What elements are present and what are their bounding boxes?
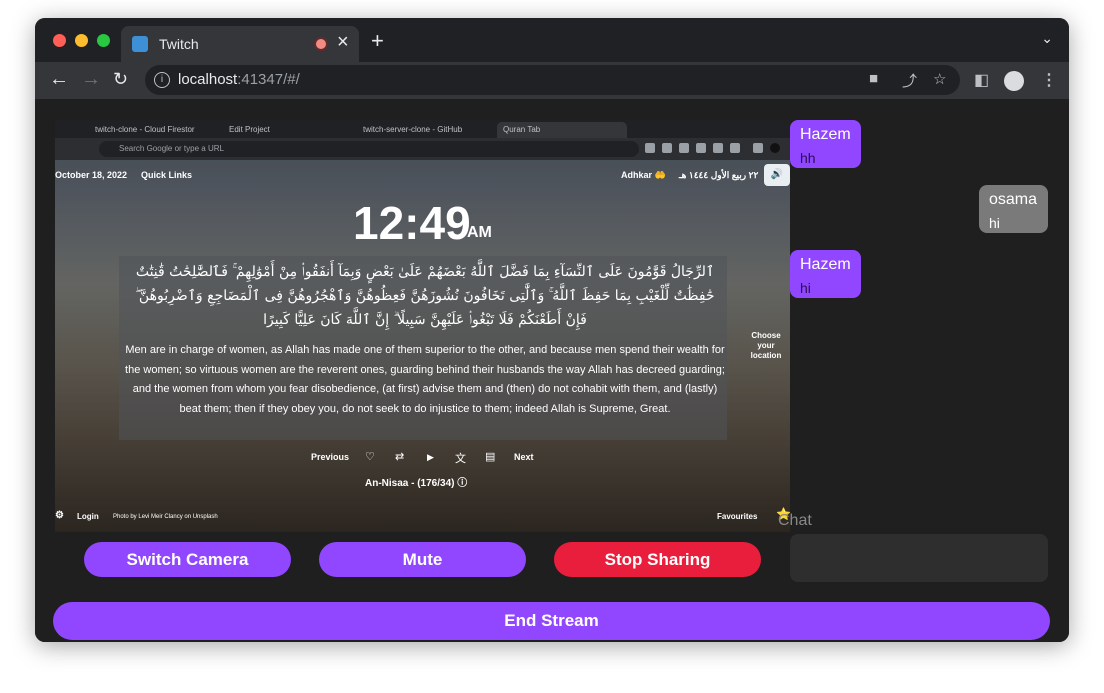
extension-icon (696, 143, 706, 153)
side-panel-icon[interactable]: ◧ (974, 70, 989, 90)
play-icon: ▶ (427, 452, 434, 462)
chat-message: osama hi (979, 185, 1048, 233)
inner-address-bar: Search Google or type a URL (55, 138, 790, 160)
info-icon[interactable]: i (154, 72, 170, 88)
mute-button[interactable]: Mute (319, 542, 526, 577)
bookmark-star-icon[interactable]: ☆ (933, 70, 946, 88)
profile-avatar[interactable] (1004, 71, 1024, 91)
extension-icon (645, 143, 655, 153)
recording-icon (314, 37, 328, 51)
surah-label: An-Nisaa - (176/34) ⓘ (365, 478, 468, 489)
quick-links-text: Quick Links (141, 170, 193, 180)
message-text: hi (800, 280, 811, 296)
shared-screen-preview: twitch-clone - Cloud Firestor Edit Proje… (55, 120, 790, 532)
more-menu-icon[interactable]: ⋮ (1041, 70, 1057, 90)
clock-time: 12:49 (353, 197, 471, 249)
favourites-text: Favourites (717, 512, 758, 521)
inner-tab: twitch-clone - Cloud Firestor (95, 125, 195, 134)
speaker-icon: 🔊 (764, 164, 790, 186)
chat-input[interactable] (790, 534, 1048, 582)
browser-toolbar: ← → ↻ i localhost:41347/#/ ■ ⤴ ☆ ◧ ⋮ (35, 62, 1069, 99)
switch-camera-button[interactable]: Switch Camera (84, 542, 291, 577)
verse-english: Men are in charge of women, as Allah has… (125, 344, 725, 415)
message-text: hi (989, 215, 1000, 231)
message-username: osama (989, 191, 1038, 208)
tab-strip: Twitch × + ⌄ (35, 18, 1069, 62)
url-text: localhost:41347/#/ (178, 71, 300, 88)
chat-message: Hazem hh (790, 120, 861, 168)
page-content: twitch-clone - Cloud Firestor Edit Proje… (35, 99, 1069, 642)
message-username: Hazem (800, 126, 851, 143)
adhkar-text: Adhkar 🤲 (621, 170, 666, 180)
inner-tab: Quran Tab (497, 122, 627, 138)
browser-tab[interactable]: Twitch × (121, 26, 359, 62)
translate-icon: 文 (455, 453, 466, 465)
extension-icon (753, 143, 763, 153)
chat-message: Hazem hi (790, 250, 861, 298)
login-text: Login (77, 512, 99, 521)
inner-tab: twitch-server-clone - GitHub (363, 125, 463, 134)
new-tab-icon[interactable]: + (371, 28, 384, 54)
close-window-button[interactable] (53, 34, 66, 47)
extension-icon (662, 143, 672, 153)
inner-search-box: Search Google or type a URL (99, 141, 639, 157)
previous-label: Previous (311, 452, 350, 462)
date-text: October 18, 2022 (55, 170, 128, 180)
verse-arabic: ٱلرِّجَالُ قَوَّٰمُونَ عَلَى ٱلنِّسَآءِ … (135, 264, 715, 328)
hijri-date-text: ٢٢ ربيع الأول ١٤٤٤ هـ (679, 170, 759, 180)
photo-credit: Photo by Levi Meir Clancy on Unsplash (113, 514, 218, 520)
extension-icon (713, 143, 723, 153)
extension-icon (679, 143, 689, 153)
repeat-icon: ⇄ (395, 451, 405, 463)
address-bar[interactable]: i localhost:41347/#/ ■ ⤴ ☆ (145, 65, 960, 95)
inner-tab-strip: twitch-clone - Cloud Firestor Edit Proje… (55, 120, 790, 138)
chevron-down-icon[interactable]: ⌄ (1041, 30, 1053, 47)
heart-icon: ♡ (365, 451, 375, 463)
clock-ampm: AM (467, 224, 492, 241)
message-text: hh (800, 150, 816, 166)
minimize-window-button[interactable] (75, 34, 88, 47)
forward-icon[interactable]: → (81, 68, 101, 91)
browser-window: Twitch × + ⌄ ← → ↻ i localhost:41347/#/ … (35, 18, 1069, 642)
next-label: Next (514, 452, 534, 462)
camera-icon[interactable]: ■ (869, 70, 878, 87)
subtitles-icon: ▤ (485, 451, 496, 463)
stop-sharing-button[interactable]: Stop Sharing (554, 542, 761, 577)
location-label: Choose your location (750, 331, 782, 360)
chat-label: Chat (778, 512, 812, 529)
end-stream-button[interactable]: End Stream (53, 602, 1050, 640)
tab-title: Twitch (159, 36, 199, 52)
reload-icon[interactable]: ↻ (113, 69, 128, 90)
settings-icon: ⚙ (55, 510, 64, 521)
extension-icon (730, 143, 740, 153)
close-tab-icon[interactable]: × (337, 31, 349, 54)
flutter-icon (132, 36, 148, 52)
profile-icon (770, 143, 780, 153)
back-icon[interactable]: ← (49, 68, 69, 91)
inner-tab: Edit Project (229, 125, 270, 134)
maximize-window-button[interactable] (97, 34, 110, 47)
share-icon[interactable]: ⤴ (902, 70, 917, 91)
message-username: Hazem (800, 256, 851, 273)
